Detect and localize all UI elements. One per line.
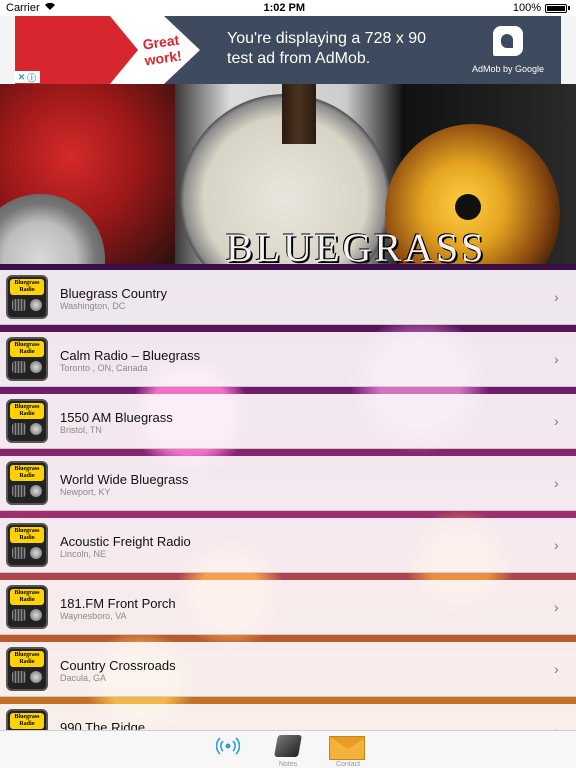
knob	[30, 485, 42, 497]
list-item[interactable]: Bluegrass Radio Calm Radio – Bluegrass T…	[0, 332, 576, 387]
station-location: Newport, KY	[60, 487, 111, 497]
chevron-right-icon: ›	[554, 537, 559, 553]
battery-icon	[545, 3, 567, 13]
station-location: Bristol, TN	[60, 425, 102, 435]
station-location: Waynesboro, VA	[60, 611, 127, 621]
station-icon-label: Bluegrass Radio	[10, 279, 44, 295]
list-item[interactable]: Bluegrass Radio Bluegrass Country Washin…	[0, 270, 576, 325]
clock: 1:02 PM	[263, 2, 306, 14]
status-right: 100%	[513, 2, 570, 14]
chevron-right-icon: ›	[554, 351, 559, 367]
list-item[interactable]: Bluegrass Radio World Wide Bluegrass New…	[0, 456, 576, 511]
station-name: Acoustic Freight Radio	[60, 534, 191, 549]
ad-logo: AdMob by Google	[467, 26, 549, 74]
speaker-grille	[12, 423, 26, 435]
admob-logo-icon	[493, 26, 523, 56]
station-name: World Wide Bluegrass	[60, 472, 189, 487]
header-banner-image: BLUEGRASS	[0, 84, 576, 264]
chevron-right-icon: ›	[554, 661, 559, 677]
radio-icon: Bluegrass Radio	[6, 461, 48, 505]
header-title: BLUEGRASS	[226, 225, 487, 264]
tab-bar: Notes Contact	[0, 730, 576, 768]
knob	[30, 609, 42, 621]
ad-brand: AdMob by Google	[471, 64, 545, 74]
tab-label: Contact	[335, 761, 361, 768]
knob	[30, 671, 42, 683]
envelope-icon	[329, 736, 366, 760]
tab-contact[interactable]: Contact	[323, 733, 373, 768]
speaker-grille	[12, 361, 26, 373]
list-item[interactable]: Bluegrass Radio Acoustic Freight Radio L…	[0, 518, 576, 573]
station-icon-label: Bluegrass Radio	[10, 465, 44, 481]
knob	[30, 361, 42, 373]
station-name: Calm Radio – Bluegrass	[60, 348, 201, 363]
station-name: 990 The Ridge	[60, 720, 146, 730]
radio-icon: Bluegrass Radio	[6, 647, 48, 691]
radio-waves-icon	[216, 737, 240, 755]
list-item[interactable]: Bluegrass Radio 1550 AM Bluegrass Bristo…	[0, 394, 576, 449]
station-name: Bluegrass Country	[60, 286, 167, 301]
ad-close-icon: ✕	[17, 71, 26, 82]
list-item[interactable]: Bluegrass Radio 181.FM Front Porch Wayne…	[0, 580, 576, 635]
wifi-icon	[44, 2, 56, 14]
station-name: Country Crossroads	[60, 658, 176, 673]
chevron-right-icon: ›	[554, 599, 559, 615]
banjo-neck-image	[282, 84, 316, 144]
list-item[interactable]: Bluegrass Radio Country Crossroads Dacul…	[0, 642, 576, 697]
station-location: Dacula, GA	[60, 673, 107, 683]
radio-icon: Bluegrass Radio	[6, 709, 48, 730]
carrier-label: Carrier	[6, 2, 40, 14]
ad-message: You're displaying a 728 x 90 test ad fro…	[227, 30, 427, 67]
station-icon-label: Bluegrass Radio	[10, 527, 44, 543]
station-name: 1550 AM Bluegrass	[60, 410, 173, 425]
knob	[30, 423, 42, 435]
station-location: Toronto , ON, Canada	[60, 363, 148, 373]
station-icon-label: Bluegrass Radio	[10, 713, 44, 729]
speaker-grille	[12, 547, 26, 559]
chevron-right-icon: ›	[554, 413, 559, 429]
station-name: 181.FM Front Porch	[60, 596, 176, 611]
speaker-grille	[12, 485, 26, 497]
mandolin-soundhole	[455, 194, 481, 220]
radio-icon: Bluegrass Radio	[6, 585, 48, 629]
radio-icon: Bluegrass Radio	[6, 337, 48, 381]
radio-icon: Bluegrass Radio	[6, 523, 48, 567]
speaker-grille	[12, 609, 26, 621]
list-item[interactable]: Bluegrass Radio 990 The Ridge ›	[0, 704, 576, 730]
tab-label: Notes	[278, 761, 298, 768]
tab-notes[interactable]: Notes	[263, 733, 313, 768]
speaker-grille	[12, 671, 26, 683]
chevron-right-icon: ›	[554, 289, 559, 305]
battery-percent: 100%	[512, 2, 541, 14]
station-icon-label: Bluegrass Radio	[10, 589, 44, 605]
notes-icon	[274, 735, 302, 757]
radio-icon: Bluegrass Radio	[6, 399, 48, 443]
chevron-right-icon: ›	[554, 475, 559, 491]
ad-creative[interactable]: Great work! You're displaying a 728 x 90…	[15, 16, 561, 84]
ad-choices-icon[interactable]: ✕ ⓘ	[14, 71, 40, 83]
speaker-grille	[12, 299, 26, 311]
station-location: Lincoln, NE	[60, 549, 107, 559]
info-icon: ⓘ	[27, 72, 37, 83]
station-location: Washington, DC	[60, 301, 126, 311]
station-icon-label: Bluegrass Radio	[10, 651, 44, 667]
knob	[30, 299, 42, 311]
tab-radio[interactable]	[203, 733, 253, 768]
knob	[30, 547, 42, 559]
status-left: Carrier	[6, 2, 56, 14]
station-list[interactable]: Bluegrass Radio Bluegrass Country Washin…	[0, 264, 576, 730]
ad-banner[interactable]: Great work! You're displaying a 728 x 90…	[0, 16, 576, 84]
battery-tip	[568, 6, 570, 10]
radio-icon: Bluegrass Radio	[6, 275, 48, 319]
status-bar: Carrier 1:02 PM 100%	[0, 0, 576, 16]
station-icon-label: Bluegrass Radio	[10, 341, 44, 357]
station-icon-label: Bluegrass Radio	[10, 403, 44, 419]
